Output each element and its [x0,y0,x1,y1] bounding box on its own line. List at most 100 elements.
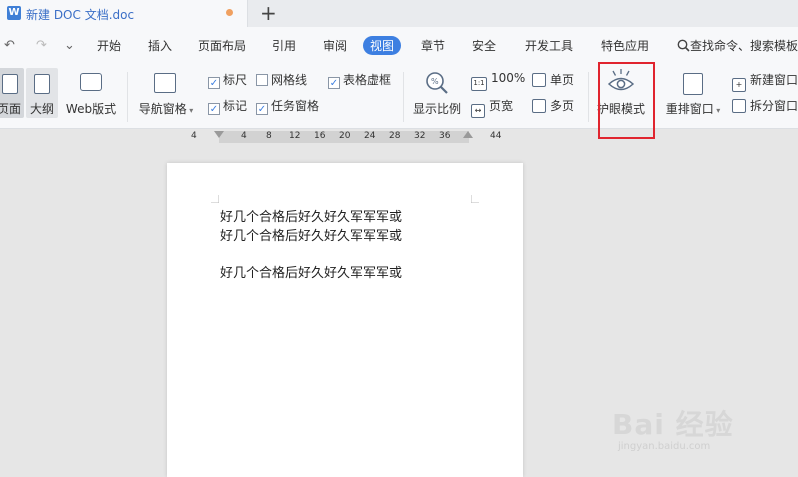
outline-label: 大纲 [29,102,54,116]
nav-pane-icon [154,73,176,93]
redo-icon[interactable]: ↷ [36,38,47,53]
menu-page-layout[interactable]: 页面布局 [198,37,246,54]
page-view-button[interactable]: 页面 [0,68,24,118]
unsaved-dot-icon [226,9,233,16]
web-layout-button[interactable]: Web版式 [62,68,120,118]
ruler-number: 16 [314,131,326,141]
menu-home[interactable]: 开始 [97,37,121,54]
arrange-window-icon [683,73,703,95]
checkbox-unchecked-icon [256,74,268,86]
page-width-label: 页宽 [489,99,514,113]
menu-bar: ↶ ↷ ⌄ 开始 插入 页面布局 引用 审阅 视图 章节 安全 开发工具 特色应… [0,27,798,64]
margin-corner-mark [211,195,219,203]
command-search[interactable]: 查找命令、搜索模板 [677,37,798,54]
page-width-icon: ↔ [471,104,485,118]
marks-checkbox[interactable]: ✓ 标记 [208,97,247,115]
document-paragraph[interactable]: 好几个合格后好久好久军军军或 [220,206,402,225]
marks-checkbox-label: 标记 [223,99,248,113]
page-view-label: 页面 [0,102,21,116]
new-tab-button[interactable]: + [260,1,277,25]
page-view-icon [2,74,18,94]
single-page-icon [532,73,546,87]
multi-page-icon [532,99,546,113]
zoom-label: 显示比例 [412,102,461,116]
svg-text:%: % [431,77,439,86]
outline-button[interactable]: 大纲 [26,68,58,118]
ruler-number: 28 [389,131,401,141]
ruler-number: 32 [414,131,426,141]
right-indent-marker[interactable] [463,131,473,138]
outline-icon [34,74,50,94]
zoom-icon: % [426,72,448,94]
quick-access-more-icon[interactable]: ⌄ [64,38,75,53]
menu-section[interactable]: 章节 [421,37,445,54]
zoom-button[interactable]: % 显示比例 [410,68,464,118]
checkbox-checked-icon: ✓ [328,77,340,89]
document-paragraph[interactable]: 好几个合格后好久好久军军军或 [220,225,402,244]
menu-review[interactable]: 审阅 [323,37,347,54]
table-gridlines-checkbox[interactable]: ✓ 表格虚框 [328,71,391,89]
ribbon-separator [588,72,589,122]
zoom-100-button[interactable]: 1:1 100% [471,71,525,91]
command-search-label: 查找命令、搜索模板 [690,39,798,53]
new-window-icon: + [732,78,746,92]
arrange-window-label: 重排窗口 ▾ [665,102,721,116]
menu-special-apps[interactable]: 特色应用 [601,37,649,54]
gridlines-checkbox[interactable]: 网格线 [256,71,307,88]
zoom-100-label: 100% [491,71,526,85]
annotation-highlight-box [598,62,655,139]
ruler-number: 8 [266,131,272,141]
task-pane-checkbox-label: 任务窗格 [271,99,320,113]
multi-page-label: 多页 [550,99,575,113]
single-page-label: 单页 [550,73,575,87]
wps-writer-icon: W [7,6,21,20]
ruler-number: 36 [439,131,451,141]
split-window-icon [732,99,746,113]
menu-references[interactable]: 引用 [272,37,296,54]
left-indent-marker[interactable] [214,131,224,138]
horizontal-ruler: 4 4 8 12 16 20 24 28 32 36 44 [0,129,798,149]
menu-security[interactable]: 安全 [472,37,496,54]
document-tab-title: 新建 DOC 文档.doc [26,8,135,22]
arrange-window-button[interactable]: 重排窗口 ▾ [662,68,724,118]
ruler-checkbox-label: 标尺 [223,73,248,87]
ruler-number: 4 [241,131,247,141]
baidu-jingyan-watermark: Bai 经验 jingyan.baidu.com [612,403,734,452]
nav-pane-button[interactable]: 导航窗格 ▾ [135,68,197,118]
ruler-number: 24 [364,131,376,141]
watermark-url: jingyan.baidu.com [618,441,711,452]
checkbox-checked-icon: ✓ [208,77,220,89]
ruler-number: 44 [490,131,502,141]
new-window-button[interactable]: + 新建窗口 [732,71,798,92]
menu-insert[interactable]: 插入 [148,37,172,54]
ruler-number: 4 [191,131,197,141]
split-window-button[interactable]: 拆分窗口 [732,97,798,114]
undo-icon[interactable]: ↶ [4,38,15,53]
view-ribbon: 页面 大纲 Web版式 导航窗格 ▾ ✓ 标尺 网格线 ✓ 表格虚框 ✓ 标记 ✓ 任务… [0,64,798,129]
web-layout-icon [80,73,102,91]
search-icon [677,39,690,52]
ruler-number: 20 [339,131,351,141]
document-page[interactable]: 好几个合格后好久好久军军军或 好几个合格后好久好久军军军或 好几个合格后好久好久… [167,163,523,477]
ribbon-separator [127,72,128,122]
ribbon-separator [403,72,404,122]
watermark-brand: Bai 经验 [612,408,734,441]
checkbox-checked-icon: ✓ [256,103,268,115]
nav-pane-label: 导航窗格 ▾ [138,102,194,116]
page-width-button[interactable]: ↔ 页宽 [471,97,513,118]
title-bar: W 新建 DOC 文档.doc + [0,0,798,27]
document-paragraph[interactable]: 好几个合格后好久好久军军军或 [220,262,402,281]
table-gridlines-checkbox-label: 表格虚框 [343,73,392,87]
gridlines-checkbox-label: 网格线 [271,73,308,87]
checkbox-checked-icon: ✓ [208,103,220,115]
actual-size-icon: 1:1 [471,77,487,91]
menu-view[interactable]: 视图 [363,36,402,55]
ruler-number: 12 [289,131,301,141]
single-page-button[interactable]: 单页 [532,71,574,88]
task-pane-checkbox[interactable]: ✓ 任务窗格 [256,97,319,115]
ruler-checkbox[interactable]: ✓ 标尺 [208,71,247,89]
document-tab[interactable]: W 新建 DOC 文档.doc [0,0,248,27]
menu-developer[interactable]: 开发工具 [525,37,573,54]
multi-page-button[interactable]: 多页 [532,97,574,114]
margin-corner-mark [471,195,479,203]
